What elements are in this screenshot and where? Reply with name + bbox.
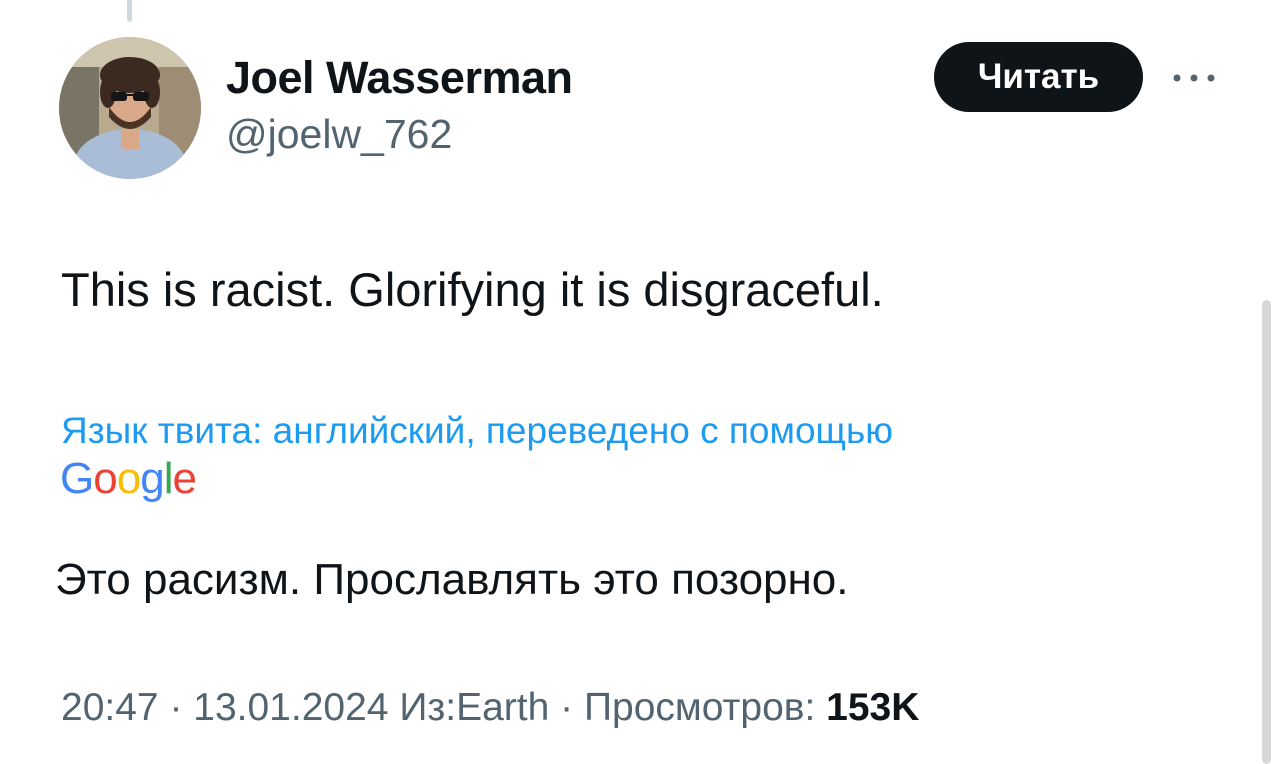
google-logo-letter: g <box>140 454 165 503</box>
tweet-detail-page: Joel Wasserman @joelw_762 Читать This is… <box>0 0 1280 764</box>
google-logo-letter: o <box>93 454 118 503</box>
google-logo: Google <box>60 451 197 507</box>
author-display-name[interactable]: Joel Wasserman <box>226 50 573 106</box>
meta-separator: · <box>549 686 584 729</box>
avatar-photo <box>59 37 201 179</box>
avatar[interactable] <box>59 37 201 179</box>
google-logo-letter: G <box>60 454 94 503</box>
more-dots-icon <box>1173 74 1215 82</box>
author-handle[interactable]: @joelw_762 <box>226 109 573 159</box>
meta-separator: · <box>158 686 194 729</box>
google-logo-letter: o <box>116 454 142 503</box>
tweet-date[interactable]: 13.01.2024 <box>193 686 388 729</box>
more-options-button[interactable] <box>1166 58 1222 98</box>
tweet-time[interactable]: 20:47 <box>61 686 159 729</box>
tweet-location: Из:Earth <box>399 686 550 729</box>
tweet-text: This is racist. Glorifying it is disgrac… <box>61 263 884 316</box>
author-block: Joel Wasserman @joelw_762 <box>226 50 573 159</box>
views-label: Просмотров: <box>583 686 816 729</box>
tweet-meta: 20:47 · 13.01.2024 Из:Earth · Просмотров… <box>61 680 919 736</box>
translated-tweet-text: Это расизм. Прославлять это позорно. <box>55 555 849 604</box>
translation-note-link[interactable]: Язык твита: английский, переведено с пом… <box>61 407 893 455</box>
thread-connector-line <box>127 0 132 22</box>
google-logo-letter: e <box>172 454 197 503</box>
scrollbar[interactable] <box>1262 300 1271 764</box>
views-count[interactable]: 153K <box>826 686 919 729</box>
follow-button[interactable]: Читать <box>934 42 1143 112</box>
